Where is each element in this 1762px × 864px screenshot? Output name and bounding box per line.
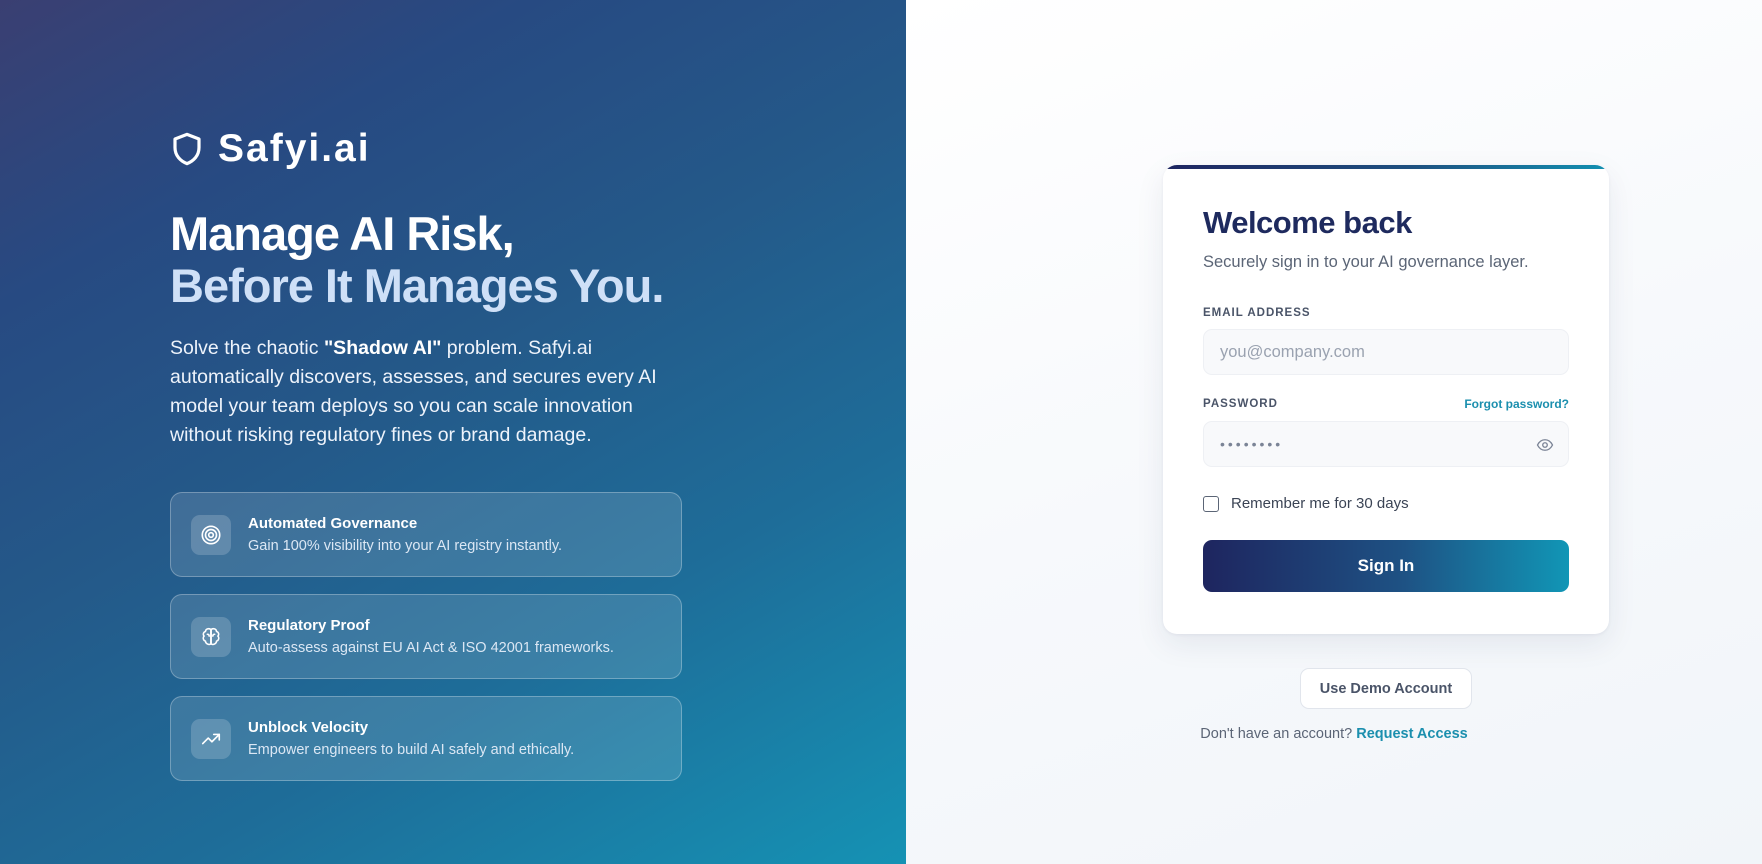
signup-prompt: Don't have an account? Request Access <box>906 726 1762 742</box>
password-field[interactable]: •••••••• <box>1203 421 1569 467</box>
target-icon <box>191 514 231 555</box>
login-panel: Welcome back Securely sign in to your AI… <box>906 0 1762 864</box>
login-title: Welcome back <box>1203 205 1412 240</box>
shield-icon <box>170 130 204 168</box>
hero-content: Safyi.ai Manage AI Risk, Before It Manag… <box>170 127 682 798</box>
feature-text: Automated Governance Gain 100% visibilit… <box>248 515 562 554</box>
hero-panel: Safyi.ai Manage AI Risk, Before It Manag… <box>0 0 906 864</box>
feature-card-velocity: Unblock Velocity Empower engineers to bu… <box>170 696 682 781</box>
feature-card-governance: Automated Governance Gain 100% visibilit… <box>170 492 682 577</box>
feature-description: Auto-assess against EU AI Act & ISO 4200… <box>248 640 614 656</box>
brand: Safyi.ai <box>170 127 682 170</box>
demo-account-button[interactable]: Use Demo Account <box>1300 668 1472 709</box>
card-accent-bar <box>1163 165 1609 169</box>
feature-text: Regulatory Proof Auto-assess against EU … <box>248 617 614 656</box>
headline-line-1: Manage AI Risk, <box>170 207 515 260</box>
hero-intro: Solve the chaotic "Shadow AI" problem. S… <box>170 334 682 450</box>
login-card: Welcome back Securely sign in to your AI… <box>1163 165 1609 634</box>
request-access-link[interactable]: Request Access <box>1356 726 1468 742</box>
email-placeholder: you@company.com <box>1220 342 1365 361</box>
headline-line-2: Before It Manages You. <box>170 259 664 312</box>
feature-title: Unblock Velocity <box>248 719 369 736</box>
feature-list: Automated Governance Gain 100% visibilit… <box>170 492 682 781</box>
remember-me-checkbox[interactable] <box>1203 495 1219 512</box>
trending-up-icon <box>191 718 231 759</box>
login-subtitle: Securely sign in to your AI governance l… <box>1203 253 1529 271</box>
email-field[interactable]: you@company.com <box>1203 329 1569 375</box>
feature-title: Regulatory Proof <box>248 617 370 634</box>
signup-prompt-text: Don't have an account? <box>1200 726 1357 742</box>
brain-icon <box>191 616 231 657</box>
brand-name: Safyi.ai <box>218 127 371 170</box>
remember-me-label[interactable]: Remember me for 30 days <box>1231 495 1409 512</box>
remember-me-row: Remember me for 30 days <box>1203 495 1569 512</box>
sign-in-button[interactable]: Sign In <box>1203 540 1569 592</box>
feature-text: Unblock Velocity Empower engineers to bu… <box>248 719 574 758</box>
feature-description: Empower engineers to build AI safely and… <box>248 742 575 758</box>
eye-icon[interactable] <box>1536 436 1554 454</box>
password-value: •••••••• <box>1220 436 1284 452</box>
hero-headline: Manage AI Risk, Before It Manages You. <box>170 208 682 312</box>
feature-description: Gain 100% visibility into your AI regist… <box>248 538 563 554</box>
intro-text-start: Solve the chaotic <box>170 337 324 359</box>
email-label: EMAIL ADDRESS <box>1203 307 1311 319</box>
password-label-row: PASSWORD Forgot password? <box>1203 397 1569 411</box>
forgot-password-link[interactable]: Forgot password? <box>1464 397 1569 411</box>
password-label: PASSWORD <box>1203 398 1278 410</box>
feature-card-regulatory: Regulatory Proof Auto-assess against EU … <box>170 594 682 679</box>
feature-title: Automated Governance <box>248 515 418 532</box>
intro-highlight: "Shadow AI" <box>323 337 442 359</box>
email-label-row: EMAIL ADDRESS <box>1203 307 1569 319</box>
